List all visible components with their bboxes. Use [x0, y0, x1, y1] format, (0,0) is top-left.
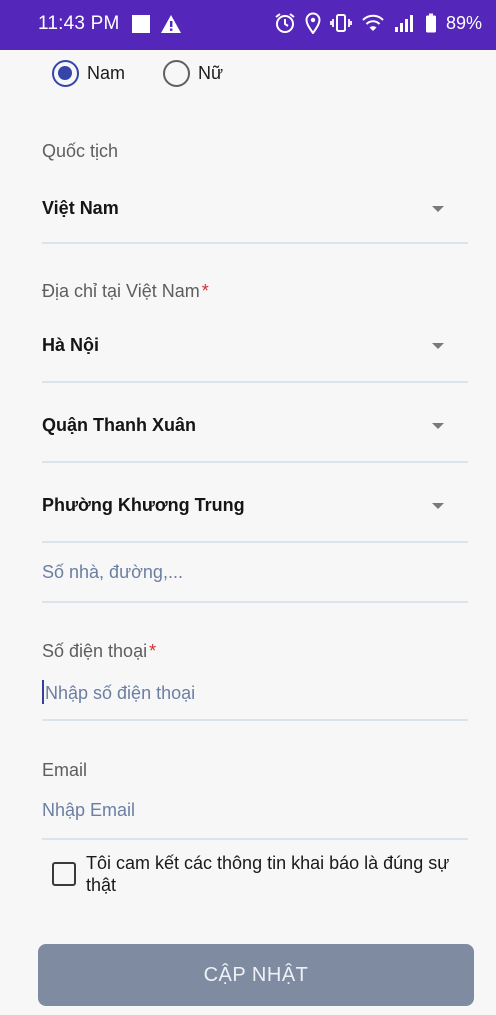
gender-radio-group: Nam Nữ [52, 60, 261, 87]
radio-option-female[interactable]: Nữ [163, 60, 223, 87]
district-value: Quận Thanh Xuân [42, 415, 197, 435]
divider [42, 719, 468, 721]
text-cursor [42, 680, 44, 704]
email-label: Email [42, 760, 87, 781]
radio-label-female: Nữ [198, 63, 224, 83]
ward-value: Phường Khương Trung [42, 495, 245, 515]
divider [42, 461, 468, 463]
alarm-icon [275, 13, 295, 33]
email-input[interactable]: Nhập Email [42, 800, 468, 840]
radio-selected-icon[interactable] [52, 60, 79, 87]
province-value: Hà Nội [42, 335, 100, 355]
phone-label-text: Số điện thoại [42, 641, 148, 661]
phone-placeholder: Nhập số điện thoại [45, 683, 196, 703]
dropdown-arrow-icon [432, 423, 444, 429]
battery-percentage: 89% [445, 12, 482, 33]
address-label: Địa chỉ tại Việt Nam * [42, 281, 209, 302]
required-marker: * [201, 281, 209, 301]
nationality-label-text: Quốc tịch [42, 141, 119, 161]
dropdown-arrow-icon [432, 343, 444, 349]
nationality-value: Việt Nam [42, 198, 119, 218]
street-address-input[interactable]: Số nhà, đường,... [42, 562, 468, 602]
divider [42, 601, 468, 603]
location-icon [305, 12, 321, 34]
wifi-icon [362, 14, 384, 31]
phone-label: Số điện thoại * [42, 641, 156, 662]
radio-unselected-icon[interactable] [163, 60, 191, 87]
address-label-text: Địa chỉ tại Việt Nam [42, 281, 200, 301]
divider [42, 541, 468, 543]
commitment-checkbox-row[interactable]: Tôi cam kết các thông tin khai báo là đú… [52, 852, 482, 896]
dropdown-arrow-icon [432, 206, 444, 212]
commitment-checkbox[interactable] [52, 862, 76, 886]
email-label-text: Email [42, 760, 88, 780]
warning-icon [161, 15, 181, 33]
email-placeholder: Nhập Email [42, 800, 136, 820]
commitment-text: Tôi cam kết các thông tin khai báo là đú… [86, 853, 450, 895]
nationality-select[interactable]: Việt Nam [42, 184, 468, 246]
status-time: 11:43 PM [38, 13, 120, 34]
vibrate-icon [330, 14, 352, 32]
phone-input[interactable]: Nhập số điện thoại [42, 680, 468, 720]
ward-select[interactable]: Phường Khương Trung [42, 481, 468, 543]
radio-label-male: Nam [87, 63, 126, 83]
radio-option-male[interactable]: Nam [52, 60, 125, 87]
update-button[interactable]: CẬP NHẬT [38, 944, 474, 1006]
district-select[interactable]: Quận Thanh Xuân [42, 401, 468, 463]
notification-square-icon [132, 15, 150, 33]
status-bar: 11:43 PM 89% [0, 0, 496, 50]
battery-icon [425, 13, 436, 33]
dropdown-arrow-icon [432, 503, 444, 509]
street-address-placeholder: Số nhà, đường,... [42, 562, 183, 582]
update-button-label: CẬP NHẬT [203, 963, 309, 986]
required-marker: * [149, 641, 157, 661]
divider [42, 242, 468, 244]
province-select[interactable]: Hà Nội [42, 321, 468, 383]
status-icons: 89% [274, 12, 482, 34]
signal-icon [394, 15, 413, 32]
divider [42, 381, 468, 383]
divider [42, 838, 468, 840]
nationality-label: Quốc tịch [42, 141, 118, 162]
